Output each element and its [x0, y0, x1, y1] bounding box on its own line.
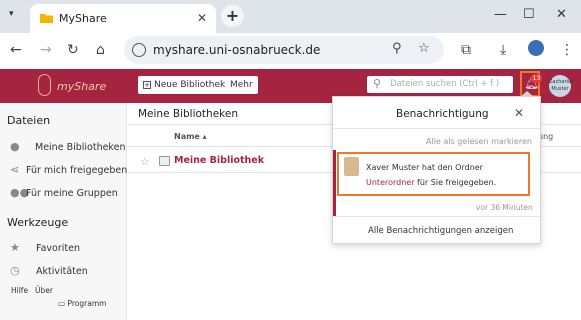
- new-library-button[interactable]: + Neue Bibliothek: [138, 76, 231, 94]
- extensions-icon[interactable]: ⧉: [461, 42, 471, 58]
- sidebar-item-label: Für mich freigegeben: [26, 165, 128, 176]
- files-heading: Dateien: [7, 114, 51, 127]
- myshare-logo-mark: [38, 74, 51, 96]
- program-label: Programm: [67, 299, 107, 308]
- back-icon[interactable]: ←: [10, 42, 22, 58]
- reload-icon[interactable]: ↻: [67, 42, 79, 58]
- sidebar-item-shared-with-me[interactable]: ⋖ Für mich freigegeben: [10, 163, 127, 176]
- page-title: Meine Bibliotheken: [138, 108, 238, 120]
- sidebar-item-label: Für meine Gruppen: [26, 188, 118, 199]
- address-bar[interactable]: myshare.uni-osnabrueck.de ⚲ ☆: [124, 36, 444, 64]
- mark-all-read-link[interactable]: Alle als gelesen markieren: [426, 137, 532, 146]
- new-tab-button[interactable]: +: [221, 5, 244, 27]
- url-text: myshare.uni-osnabrueck.de: [153, 43, 321, 57]
- logo-text[interactable]: myShare: [57, 80, 106, 93]
- notification-count-badge: 13: [531, 74, 542, 83]
- more-label: Mehr: [230, 80, 253, 90]
- forward-icon[interactable]: →: [40, 42, 52, 58]
- favorite-star-icon[interactable]: ☆: [140, 155, 150, 168]
- home-icon[interactable]: ⌂: [96, 42, 105, 58]
- browser-menu-icon[interactable]: ⋮: [560, 42, 574, 58]
- sidebar-item-favorites[interactable]: ★ Favoriten: [10, 241, 80, 254]
- sidebar-item-label: Meine Bibliotheken: [35, 142, 126, 153]
- person-icon: ●: [10, 140, 20, 153]
- unread-indicator: [333, 150, 336, 216]
- notification-text-before: Xaver Muster hat den Ordner: [366, 163, 483, 172]
- help-link[interactable]: Hilfe: [11, 286, 28, 295]
- browser-tab-strip: ▾ MyShare ✕ + — ☐ ✕: [0, 0, 581, 33]
- tab-search-chevron-icon[interactable]: ▾: [9, 9, 14, 19]
- download-icon[interactable]: ⤓: [500, 42, 506, 58]
- sidebar-item-label: Aktivitäten: [36, 266, 88, 277]
- sidebar-item-activities[interactable]: ◷ Aktivitäten: [10, 264, 88, 277]
- divider: [333, 128, 540, 129]
- site-info-icon[interactable]: [132, 43, 146, 57]
- close-tab-icon[interactable]: ✕: [197, 11, 207, 25]
- clock-icon: ◷: [10, 264, 20, 277]
- library-link[interactable]: Meine Bibliothek: [174, 155, 264, 166]
- folder-favicon-icon: [40, 14, 53, 23]
- share-icon: ⋖: [10, 163, 20, 176]
- notification-text-after: für Sie freigegeben.: [414, 178, 497, 187]
- maximize-icon[interactable]: ☐: [523, 7, 535, 22]
- bookmark-star-icon[interactable]: ☆: [418, 41, 430, 56]
- more-button[interactable]: Mehr: [225, 76, 258, 94]
- divider: [333, 216, 540, 217]
- search-icon: ⚲: [373, 77, 382, 90]
- sidebar-item-my-groups[interactable]: ●●Für meine Gruppen: [10, 186, 118, 199]
- sender-avatar: [344, 157, 359, 176]
- folder-link[interactable]: Unterordner: [366, 178, 415, 187]
- zoom-icon[interactable]: ⚲: [392, 41, 402, 56]
- close-icon[interactable]: ✕: [514, 106, 524, 120]
- sidebar-item-label: Favoriten: [36, 243, 80, 254]
- sidebar-item-my-libraries[interactable]: ● Meine Bibliotheken: [10, 140, 125, 153]
- program-link[interactable]: ▭ Programm: [58, 299, 106, 308]
- tab-title: MyShare: [59, 12, 107, 25]
- file-search-input[interactable]: ⚲ Dateien suchen (Ctrl + f ): [367, 76, 513, 93]
- column-header-name[interactable]: Name ▴: [174, 132, 207, 141]
- library-icon: [159, 156, 170, 166]
- about-link[interactable]: Über: [35, 286, 53, 295]
- star-icon: ★: [10, 241, 20, 254]
- plus-icon: +: [143, 81, 151, 89]
- popup-title: Benachrichtigung: [396, 108, 489, 120]
- search-placeholder: Dateien suchen (Ctrl + f ): [390, 79, 500, 89]
- new-library-label: Neue Bibliothek: [154, 80, 226, 90]
- browser-tab[interactable]: MyShare ✕: [30, 4, 216, 33]
- user-avatar[interactable]: Zacharias Muster: [549, 75, 574, 97]
- tools-heading: Werkzeuge: [7, 216, 69, 229]
- notification-time: vor 36 Minuten: [476, 203, 533, 212]
- minimize-icon[interactable]: —: [494, 7, 507, 22]
- profile-icon[interactable]: [528, 40, 544, 56]
- group-icon: ●●: [10, 186, 30, 199]
- show-all-notifications-link[interactable]: Alle Benachrichtigungen anzeigen: [368, 226, 513, 236]
- window-close-icon[interactable]: ✕: [556, 7, 567, 22]
- notification-text: Xaver Muster hat den Ordner Unterordner …: [366, 160, 526, 190]
